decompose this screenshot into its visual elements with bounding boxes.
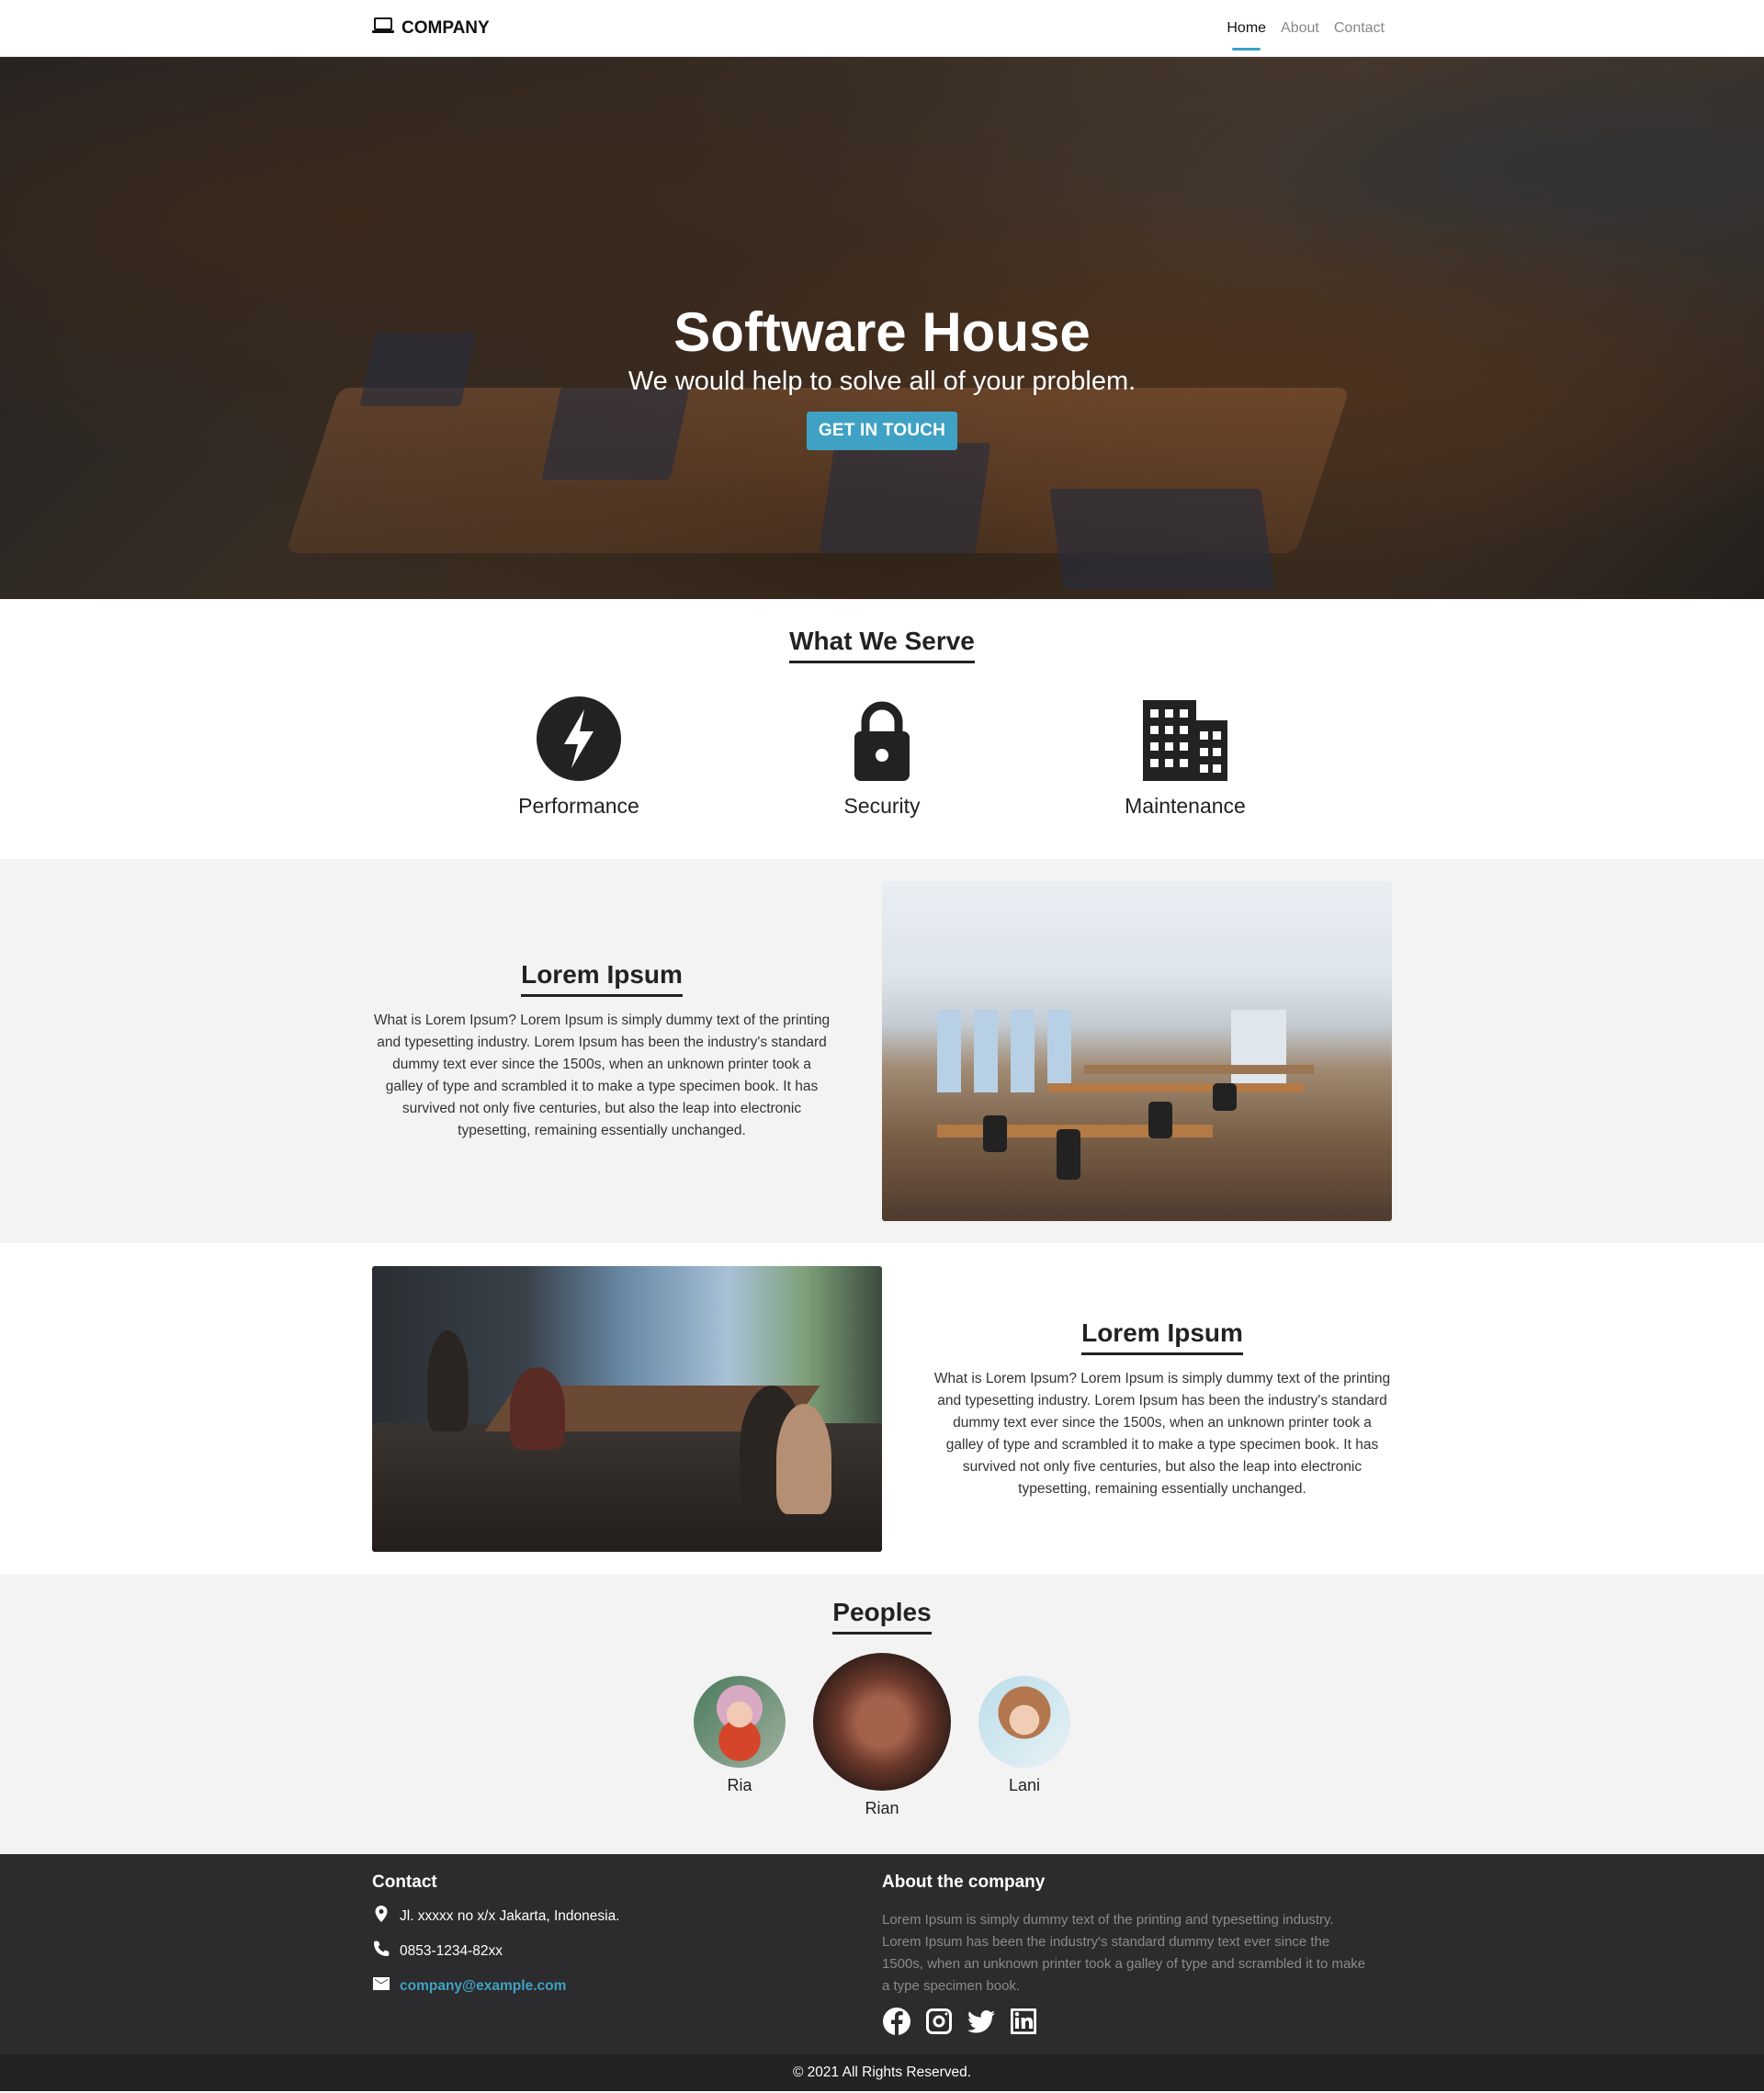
- hero-content: Software House We would help to solve al…: [0, 300, 1764, 450]
- peoples-section: Peoples Ria Rian Lani: [0, 1574, 1764, 1854]
- feature-text: Lorem Ipsum What is Lorem Ipsum? Lorem I…: [933, 1318, 1392, 1500]
- office-photo: [882, 881, 1392, 1221]
- footer: Contact Jl. xxxxx no x/x Jakarta, Indone…: [0, 1854, 1764, 2054]
- bolt-icon: [450, 696, 707, 781]
- serve-item-maintenance: Maintenance: [1057, 696, 1314, 819]
- feature-title: Lorem Ipsum: [1081, 1318, 1243, 1355]
- footer-contact: Contact Jl. xxxxx no x/x Jakarta, Indone…: [372, 1872, 882, 2041]
- hero-laptop-shape: [1049, 489, 1275, 590]
- footer-email: company@example.com: [372, 1974, 882, 1997]
- linkedin-icon[interactable]: [1009, 2007, 1038, 2041]
- footer-about-title: About the company: [882, 1872, 1046, 1892]
- phone-text: 0853-1234-82xx: [400, 1942, 503, 1959]
- main-nav: Home About Contact: [1227, 17, 1385, 51]
- phone-icon: [372, 1940, 390, 1963]
- people-list: Ria Rian Lani: [0, 1653, 1764, 1818]
- nav-about[interactable]: About: [1281, 17, 1319, 40]
- avatar: [694, 1676, 786, 1768]
- facebook-icon[interactable]: [882, 2007, 911, 2041]
- serve-item-performance: Performance: [450, 696, 707, 819]
- feature-description: What is Lorem Ipsum? Lorem Ipsum is simp…: [373, 1013, 831, 1138]
- serve-item-security: Security: [753, 696, 1011, 819]
- instagram-icon[interactable]: [924, 2007, 954, 2041]
- building-icon: [1057, 696, 1314, 781]
- mail-icon: [372, 1974, 390, 1997]
- person-card[interactable]: Ria: [694, 1653, 786, 1795]
- person-name: Rian: [865, 1799, 899, 1817]
- brand-link[interactable]: COMPANY: [372, 17, 490, 40]
- person-name: Lani: [1008, 1776, 1041, 1794]
- hero-subtitle: We would help to solve all of your probl…: [628, 367, 1136, 396]
- avatar: [813, 1653, 951, 1791]
- lock-icon: [753, 696, 1011, 781]
- footer-phone: 0853-1234-82xx: [372, 1940, 882, 1963]
- person-name: Ria: [727, 1776, 752, 1794]
- social-links: [882, 2007, 1392, 2041]
- serve-section: What We Serve Performance Security Maint…: [0, 599, 1764, 859]
- serve-list: Performance Security Maintenance: [450, 696, 1314, 819]
- serve-label: Performance: [518, 794, 639, 818]
- email-link[interactable]: company@example.com: [400, 1978, 566, 1995]
- footer-contact-title: Contact: [372, 1872, 437, 1892]
- serve-label: Security: [843, 794, 921, 818]
- footer-about: About the company Lorem Ipsum is simply …: [882, 1872, 1392, 2041]
- hero-section: Software House We would help to solve al…: [0, 57, 1764, 599]
- serve-label: Maintenance: [1125, 794, 1246, 818]
- feature-text: Lorem Ipsum What is Lorem Ipsum? Lorem I…: [372, 960, 831, 1142]
- feature-title: Lorem Ipsum: [521, 960, 683, 997]
- get-in-touch-button[interactable]: GET IN TOUCH: [806, 412, 958, 450]
- avatar: [978, 1676, 1070, 1768]
- laptop-icon: [372, 17, 394, 40]
- navbar: COMPANY Home About Contact: [0, 0, 1764, 57]
- hero-laptop-shape: [819, 443, 991, 553]
- person-card[interactable]: Lani: [978, 1653, 1070, 1795]
- meeting-photo: [372, 1266, 882, 1552]
- nav-contact[interactable]: Contact: [1334, 17, 1385, 40]
- nav-home[interactable]: Home: [1227, 17, 1266, 51]
- peoples-title: Peoples: [832, 1598, 932, 1635]
- address-text: Jl. xxxxx no x/x Jakarta, Indonesia.: [400, 1907, 620, 1924]
- copyright: © 2021 All Rights Reserved.: [0, 2054, 1764, 2091]
- twitter-icon[interactable]: [967, 2007, 996, 2041]
- brand-name: COMPANY: [401, 18, 490, 38]
- serve-title: What We Serve: [789, 627, 975, 663]
- footer-address: Jl. xxxxx no x/x Jakarta, Indonesia.: [372, 1905, 882, 1928]
- person-card[interactable]: Rian: [813, 1653, 951, 1818]
- footer-about-text: Lorem Ipsum is simply dummy text of the …: [882, 1912, 1366, 1994]
- feature-description: What is Lorem Ipsum? Lorem Ipsum is simp…: [933, 1370, 1391, 1497]
- feature-section: Lorem Ipsum What is Lorem Ipsum? Lorem I…: [0, 1243, 1764, 1574]
- location-pin-icon: [372, 1905, 390, 1928]
- hero-title: Software House: [673, 301, 1091, 363]
- feature-section: Lorem Ipsum What is Lorem Ipsum? Lorem I…: [0, 859, 1764, 1243]
